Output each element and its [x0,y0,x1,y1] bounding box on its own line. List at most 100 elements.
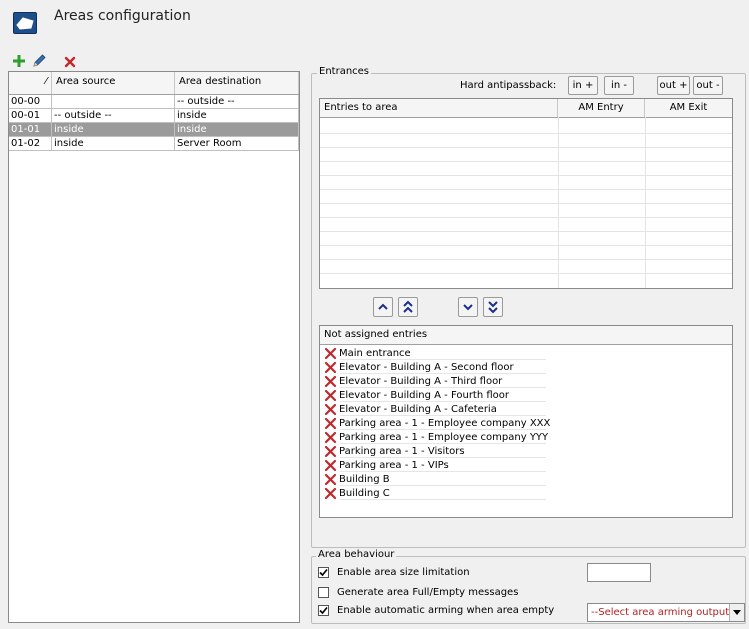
list-item[interactable]: Building B [324,472,704,486]
arming-output-select[interactable]: --Select area arming output-- [587,603,745,622]
list-item[interactable]: Parking area - 1 - Visitors [324,444,704,458]
list-item-label: Building B [339,473,390,485]
close-icon [324,375,337,387]
table-row[interactable]: 00-01 -- outside -- inside [9,109,299,123]
areas-grid-header: ⁄ Area source Area destination [9,72,299,95]
area-size-input[interactable] [587,563,651,582]
empty-gridline [320,231,732,232]
auto-arming-checkbox[interactable] [318,605,329,616]
empty-gridline [320,203,732,204]
list-item[interactable]: Elevator - Building A - Second floor [324,360,704,374]
list-item-label: Elevator - Building A - Second floor [339,361,514,373]
close-icon [324,459,337,471]
close-icon [324,431,337,443]
cell-destination: -- outside -- [175,95,299,108]
table-row[interactable]: 01-01 inside inside [9,123,299,137]
in-plus-button[interactable]: in + [568,76,598,95]
areas-grid[interactable]: ⁄ Area source Area destination 00-00 -- o… [8,71,300,623]
list-item-label: Elevator - Building A - Cafeteria [339,403,497,415]
auto-arming-row[interactable]: Enable automatic arming when area empty [318,605,554,616]
empty-gridline [320,147,732,148]
column-not-assigned-entries[interactable]: Not assigned entries [320,326,732,344]
list-item[interactable]: Building C [324,486,704,500]
move-all-up-button[interactable] [398,297,418,317]
empty-gridline [645,117,646,288]
cell-source: -- outside -- [52,109,175,122]
list-item[interactable]: Parking area - 1 - Employee company XXX [324,416,704,430]
empty-gridline [558,117,559,288]
edit-area-button[interactable] [30,52,48,69]
list-item-label: Parking area - 1 - Employee company XXX [339,417,551,429]
plus-icon [13,54,25,67]
double-up-icon [403,300,413,313]
list-item-label: Main entrance [339,347,411,359]
list-item[interactable]: Elevator - Building A - Third floor [324,374,704,388]
close-icon [324,347,337,359]
page-title: Areas configuration [54,8,191,24]
list-item[interactable]: Elevator - Building A - Cafeteria [324,402,704,416]
list-item[interactable]: Main entrance [324,346,704,360]
add-area-button[interactable] [10,52,28,69]
list-item-label: Elevator - Building A - Third floor [339,375,503,387]
table-row[interactable]: 00-00 -- outside -- [9,95,299,109]
enable-size-limit-checkbox[interactable] [318,567,329,578]
cell-source: inside [52,123,175,136]
empty-gridline [320,259,732,260]
auto-arming-label: Enable automatic arming when area empty [337,605,555,616]
empty-gridline [320,273,732,274]
up-icon [378,303,388,310]
empty-gridline [320,133,732,134]
checkmark-icon [319,568,328,577]
list-item[interactable]: Parking area - 1 - Employee company YYY [324,430,704,444]
enable-size-limit-label: Enable area size limitation [337,567,470,578]
cell-source: inside [52,137,175,150]
areas-app-icon [13,12,37,34]
column-area-destination[interactable]: Area destination [175,72,299,94]
close-icon [324,445,337,457]
entries-to-area-list[interactable]: Entries to area AM Entry AM Exit [319,98,733,289]
not-assigned-entries-list[interactable]: Not assigned entries Main entrance Elevat… [319,325,733,518]
cell-id: 00-01 [9,109,52,122]
list-item-label: Elevator - Building A - Fourth floor [339,389,510,401]
chevron-down-icon[interactable] [729,604,744,621]
list-item-label: Parking area - 1 - VIPs [339,459,449,471]
arming-output-selected: --Select area arming output-- [591,607,729,618]
out-minus-button[interactable]: out - [693,76,723,95]
cell-destination: Server Room [175,137,299,150]
in-minus-button[interactable]: in - [604,76,634,95]
move-down-button[interactable] [458,297,478,317]
list-item-label: Parking area - 1 - Visitors [339,445,465,457]
cell-id: 01-02 [9,137,52,150]
list-item-label: Building C [339,487,390,499]
column-entries-to-area[interactable]: Entries to area [320,99,558,117]
sort-indicator[interactable]: ⁄ [9,72,52,94]
delete-area-button[interactable] [61,53,79,70]
generate-messages-row[interactable]: Generate area Full/Empty messages [318,587,518,598]
cell-destination: inside [175,123,299,136]
checkmark-icon [319,606,328,615]
cell-id: 01-01 [9,123,52,136]
list-item[interactable]: Elevator - Building A - Fourth floor [324,388,704,402]
enable-size-limit-row[interactable]: Enable area size limitation [318,567,470,578]
entrances-legend: Entrances [317,66,372,77]
not-assigned-header: Not assigned entries [320,326,732,345]
list-item[interactable]: Parking area - 1 - VIPs [324,458,704,472]
close-icon [324,389,337,401]
column-am-entry[interactable]: AM Entry [558,99,645,117]
out-plus-button[interactable]: out + [657,76,690,95]
move-all-down-button[interactable] [483,297,503,317]
column-am-exit[interactable]: AM Exit [645,99,732,117]
generate-messages-checkbox[interactable] [318,587,329,598]
empty-gridline [320,175,732,176]
cell-destination: inside [175,109,299,122]
empty-gridline [320,189,732,190]
close-icon [324,473,337,485]
move-up-button[interactable] [373,297,393,317]
cell-source [52,95,175,108]
cell-id: 00-00 [9,95,52,108]
list-item-label: Parking area - 1 - Employee company YYY [339,431,549,443]
table-row[interactable]: 01-02 inside Server Room [9,137,299,151]
close-icon [64,56,76,67]
down-icon [463,304,473,311]
column-area-source[interactable]: Area source [52,72,175,94]
